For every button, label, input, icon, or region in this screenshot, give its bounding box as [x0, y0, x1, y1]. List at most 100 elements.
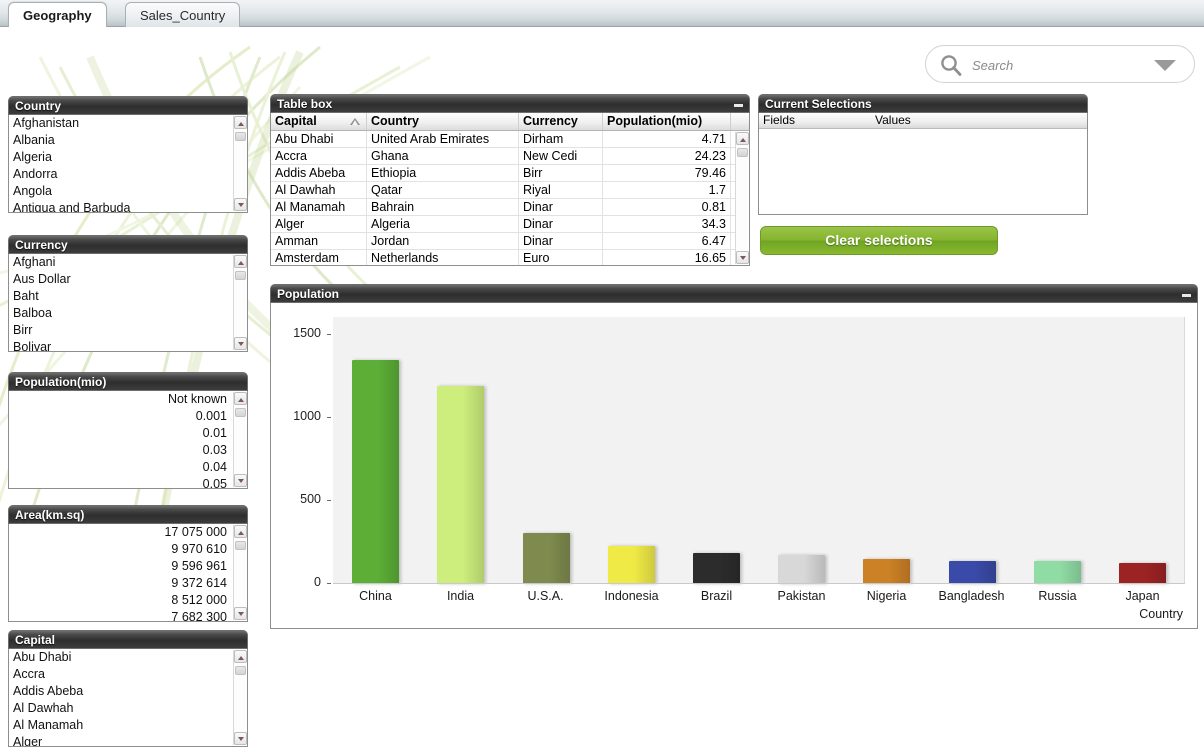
list-item[interactable]: 8 512 000	[9, 592, 233, 609]
x-axis-label[interactable]: Japan	[1100, 589, 1185, 603]
list-item[interactable]: Antigua and Barbuda	[9, 200, 233, 212]
list-item[interactable]: 9 970 610	[9, 541, 233, 558]
listbox-population-scrollbar[interactable]	[233, 392, 247, 487]
list-item[interactable]: Baht	[9, 288, 233, 305]
bar-usa[interactable]	[523, 533, 570, 584]
scroll-up-icon[interactable]	[736, 132, 749, 145]
listbox-population[interactable]: Population(mio) Not known 0.001 0.01 0.0…	[8, 372, 248, 489]
listbox-population-body[interactable]: Not known 0.001 0.01 0.03 0.04 0.05	[8, 391, 248, 489]
list-item[interactable]: Aus Dollar	[9, 271, 233, 288]
population-chart-body[interactable]: 0 500 1000 1500 China India U.S.A. Indonesia Bra…	[270, 303, 1198, 629]
table-row[interactable]: Amsterdam Netherlands Euro 16.65	[271, 250, 735, 265]
listbox-currency[interactable]: Currency Afghani Aus Dollar Baht Balboa …	[8, 235, 248, 352]
bar-bangladesh[interactable]	[949, 561, 996, 584]
x-axis-label[interactable]: China	[333, 589, 418, 603]
listbox-country-items[interactable]: Afghanistan Albania Algeria Andorra Ango…	[9, 115, 233, 212]
tab-geography[interactable]: Geography	[8, 2, 107, 27]
scroll-up-icon[interactable]	[234, 255, 247, 268]
listbox-currency-body[interactable]: Afghani Aus Dollar Baht Balboa Birr Boli…	[8, 254, 248, 352]
x-axis-label[interactable]: India	[418, 589, 503, 603]
minimize-icon[interactable]	[1182, 294, 1191, 297]
list-item[interactable]: Albania	[9, 132, 233, 149]
listbox-currency-items[interactable]: Afghani Aus Dollar Baht Balboa Birr Boli…	[9, 254, 233, 351]
search-box[interactable]	[925, 45, 1195, 83]
current-selections-rows[interactable]	[759, 130, 1087, 214]
scroll-up-icon[interactable]	[234, 525, 247, 538]
list-item[interactable]: 9 596 961	[9, 558, 233, 575]
scroll-thumb[interactable]	[235, 541, 246, 550]
table-row[interactable]: Al Manamah Bahrain Dinar 0.81	[271, 199, 735, 216]
scroll-thumb[interactable]	[235, 271, 246, 280]
table-row[interactable]: Al Dawhah Qatar Riyal 1.7	[271, 182, 735, 199]
table-box[interactable]: Table box Capital Country Currency Popul…	[270, 94, 750, 266]
list-item[interactable]: Afghanistan	[9, 115, 233, 132]
current-selections-box[interactable]: Current Selections Fields Values	[758, 94, 1088, 215]
x-axis-label[interactable]: Bangladesh	[929, 589, 1014, 603]
minimize-icon[interactable]	[734, 104, 743, 107]
listbox-capital-body[interactable]: Abu Dhabi Accra Addis Abeba Al Dawhah Al…	[8, 649, 248, 747]
list-item[interactable]: Al Dawhah	[9, 700, 233, 717]
table-row[interactable]: Amman Jordan Dinar 6.47	[271, 233, 735, 250]
table-box-body[interactable]: Capital Country Currency Population(mio)…	[270, 113, 750, 266]
scroll-down-icon[interactable]	[234, 337, 247, 350]
column-header-country[interactable]: Country	[367, 113, 519, 130]
x-axis-label[interactable]: Pakistan	[759, 589, 844, 603]
x-axis-label[interactable]: Brazil	[674, 589, 759, 603]
scroll-down-icon[interactable]	[234, 732, 247, 745]
list-item[interactable]: 0.05	[9, 476, 233, 488]
table-box-scrollbar[interactable]	[735, 132, 749, 264]
bar-pakistan[interactable]	[778, 555, 825, 584]
listbox-capital-items[interactable]: Abu Dhabi Accra Addis Abeba Al Dawhah Al…	[9, 649, 233, 746]
scroll-up-icon[interactable]	[234, 650, 247, 663]
scroll-down-icon[interactable]	[234, 474, 247, 487]
listbox-currency-scrollbar[interactable]	[233, 255, 247, 350]
list-item[interactable]: Not known	[9, 391, 233, 408]
x-axis-label[interactable]: U.S.A.	[503, 589, 588, 603]
x-axis-label[interactable]: Indonesia	[589, 589, 674, 603]
scroll-thumb[interactable]	[737, 148, 748, 157]
list-item[interactable]: Al Manamah	[9, 717, 233, 734]
table-row[interactable]: Addis Abeba Ethiopia Birr 79.46	[271, 165, 735, 182]
list-item[interactable]: 17 075 000	[9, 524, 233, 541]
list-item[interactable]: 0.04	[9, 459, 233, 476]
listbox-area-scrollbar[interactable]	[233, 525, 247, 620]
listbox-area-body[interactable]: 17 075 000 9 970 610 9 596 961 9 372 614…	[8, 524, 248, 622]
list-item[interactable]: 9 372 614	[9, 575, 233, 592]
list-item[interactable]: 0.001	[9, 408, 233, 425]
scroll-thumb[interactable]	[235, 408, 246, 417]
bar-nigeria[interactable]	[863, 559, 910, 584]
list-item[interactable]: Abu Dhabi	[9, 649, 233, 666]
list-item[interactable]: Accra	[9, 666, 233, 683]
column-header-capital[interactable]: Capital	[271, 113, 367, 130]
scroll-thumb[interactable]	[235, 666, 246, 675]
search-input[interactable]	[970, 54, 1160, 76]
table-row[interactable]: Alger Algeria Dinar 34.3	[271, 216, 735, 233]
table-row[interactable]: Abu Dhabi United Arab Emirates Dirham 4.…	[271, 131, 735, 148]
listbox-country-body[interactable]: Afghanistan Albania Algeria Andorra Ango…	[8, 115, 248, 213]
list-item[interactable]: Birr	[9, 322, 233, 339]
listbox-capital[interactable]: Capital Abu Dhabi Accra Addis Abeba Al D…	[8, 630, 248, 747]
clear-selections-button[interactable]: Clear selections	[760, 226, 998, 255]
listbox-area[interactable]: Area(km.sq) 17 075 000 9 970 610 9 596 9…	[8, 505, 248, 622]
bar-chart[interactable]: 0 500 1000 1500 China India U.S.A. Indonesia Bra…	[271, 303, 1197, 628]
list-item[interactable]: Addis Abeba	[9, 683, 233, 700]
scroll-up-icon[interactable]	[234, 116, 247, 129]
list-item[interactable]: 7 682 300	[9, 609, 233, 621]
population-chart-panel[interactable]: Population 0 500 1000 1500 China India U.S.A. I…	[270, 284, 1198, 629]
table-rows[interactable]: Abu Dhabi United Arab Emirates Dirham 4.…	[271, 131, 735, 265]
bar-brazil[interactable]	[693, 553, 740, 584]
tab-sales-country[interactable]: Sales_Country	[125, 2, 241, 27]
scroll-up-icon[interactable]	[234, 392, 247, 405]
chevron-down-icon[interactable]	[1154, 60, 1176, 71]
bar-japan[interactable]	[1119, 563, 1166, 584]
list-item[interactable]: Balboa	[9, 305, 233, 322]
list-item[interactable]: Algeria	[9, 149, 233, 166]
list-item[interactable]: 0.01	[9, 425, 233, 442]
current-selections-body[interactable]: Fields Values	[758, 113, 1088, 215]
scroll-down-icon[interactable]	[736, 251, 749, 264]
listbox-country[interactable]: Country Afghanistan Albania Algeria Ando…	[8, 96, 248, 213]
column-header-population[interactable]: Population(mio)	[603, 113, 731, 130]
listbox-area-items[interactable]: 17 075 000 9 970 610 9 596 961 9 372 614…	[9, 524, 233, 621]
listbox-population-items[interactable]: Not known 0.001 0.01 0.03 0.04 0.05	[9, 391, 233, 488]
list-item[interactable]: Alger	[9, 734, 233, 746]
